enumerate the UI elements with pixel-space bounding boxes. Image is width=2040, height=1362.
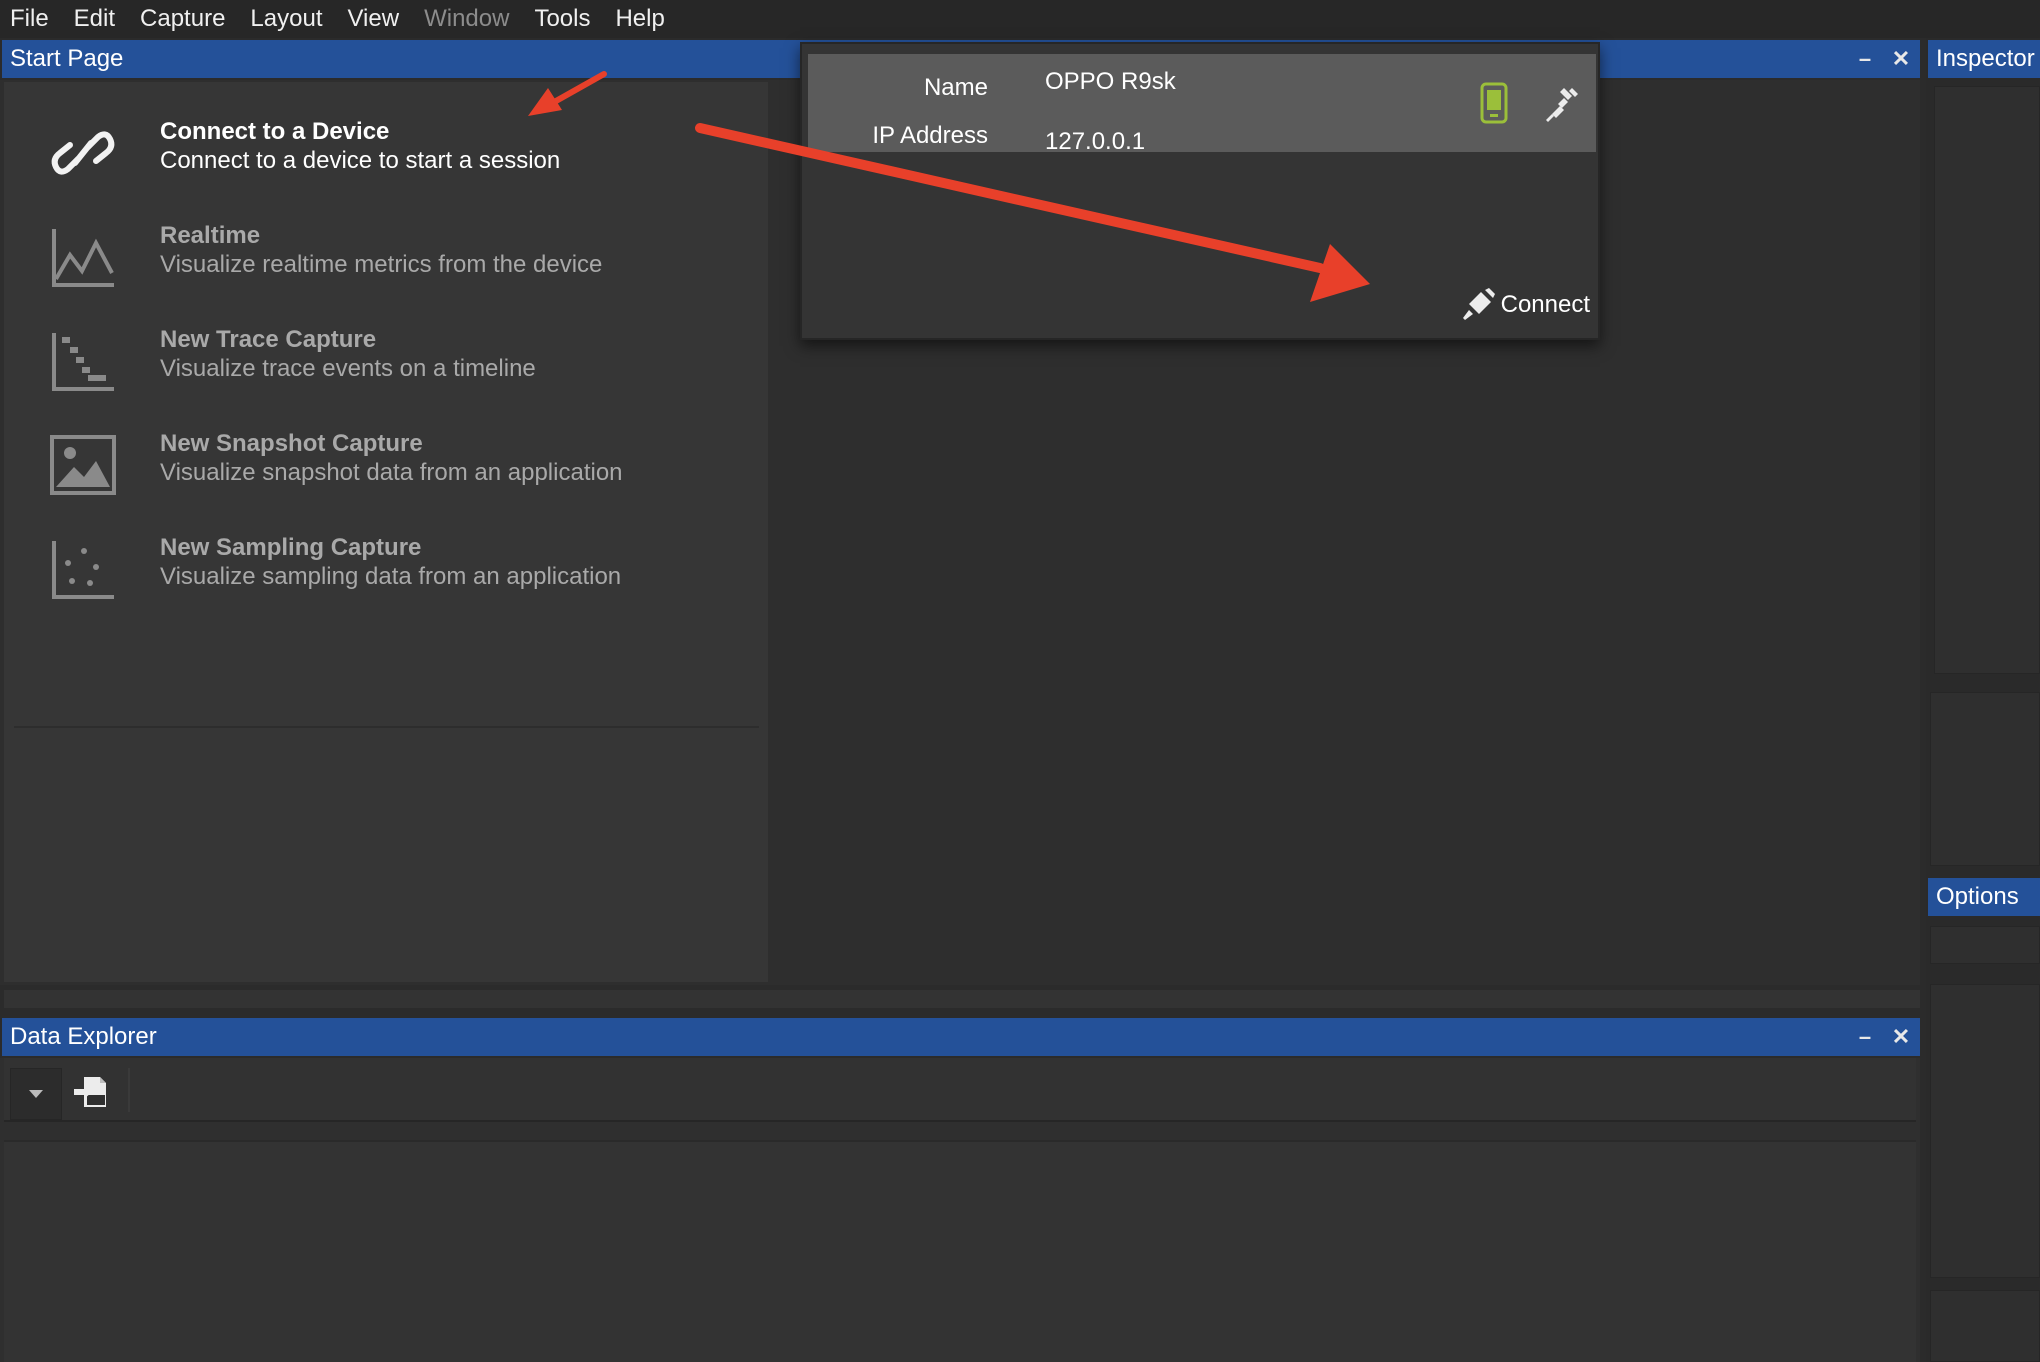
options-sub-panel: [1930, 1290, 2040, 1362]
panel-splitter[interactable]: [4, 990, 1920, 1008]
data-explorer-title: Data Explorer: [10, 1023, 157, 1050]
sampling-scatter-icon: [44, 534, 122, 604]
start-item-sampling-capture[interactable]: New Sampling Capture Visualize sampling …: [4, 516, 764, 616]
start-item-description: Connect to a device to start a session: [160, 147, 561, 174]
start-item-title: Realtime: [160, 222, 261, 249]
inspector-sub-panel: [1930, 692, 2040, 866]
start-item-title: Connect to a Device: [160, 118, 390, 145]
device-name-value: OPPO R9sk: [1045, 68, 1176, 95]
start-item-title: New Snapshot Capture: [160, 430, 423, 457]
data-explorer-close-button[interactable]: ✕: [1886, 1018, 1916, 1056]
options-header: Options: [1928, 878, 2040, 916]
export-csv-button[interactable]: [72, 1072, 112, 1112]
connect-button-label: Connect: [1500, 291, 1590, 318]
menu-file[interactable]: File: [10, 5, 49, 33]
menu-capture[interactable]: Capture: [140, 5, 225, 33]
menu-bar: File Edit Capture Layout View Window Too…: [0, 0, 2040, 38]
device-row[interactable]: Name OPPO R9sk IP Address 127.0.0.1: [808, 54, 1596, 155]
start-page-title: Start Page: [10, 45, 124, 72]
menu-window[interactable]: Window: [424, 5, 509, 33]
plug-icon: [1462, 288, 1495, 320]
menu-help[interactable]: Help: [615, 5, 664, 33]
start-item-snapshot-capture[interactable]: New Snapshot Capture Visualize snapshot …: [4, 412, 764, 512]
start-item-description: Visualize trace events on a timeline: [160, 355, 536, 382]
start-list-divider: [14, 726, 759, 728]
dropdown-button[interactable]: [10, 1068, 62, 1120]
data-explorer-toolbar: [4, 1058, 1916, 1122]
start-page-close-button[interactable]: ✕: [1886, 40, 1916, 78]
menu-edit[interactable]: Edit: [74, 5, 115, 33]
snapshot-image-icon: [44, 430, 122, 500]
start-item-description: Visualize sampling data from an applicat…: [160, 563, 622, 590]
toolbar-separator: [128, 1068, 130, 1112]
device-ip-label: IP Address: [872, 122, 988, 149]
inspector-panel: [1934, 86, 2040, 674]
start-item-title: New Trace Capture: [160, 326, 377, 353]
start-item-realtime[interactable]: Realtime Visualize realtime metrics from…: [4, 204, 764, 304]
start-item-description: Visualize realtime metrics from the devi…: [160, 251, 603, 278]
device-name-label: Name: [923, 74, 988, 101]
menu-view[interactable]: View: [347, 5, 399, 33]
phone-device-icon: [1480, 82, 1508, 129]
inspector-header: Inspector: [1928, 40, 2040, 78]
start-page-minimize-button[interactable]: –: [1850, 40, 1880, 78]
data-explorer-minimize-button[interactable]: –: [1850, 1018, 1880, 1056]
options-panel: [1930, 984, 2040, 1278]
data-explorer-content: [4, 1140, 1916, 1362]
connect-plug-icon[interactable]: [1542, 84, 1582, 129]
menu-tools[interactable]: Tools: [534, 5, 590, 33]
trace-timeline-icon: [44, 326, 122, 396]
chevron-down-icon: [29, 1090, 43, 1098]
options-toolbar: [1930, 926, 2040, 964]
start-item-connect[interactable]: Connect to a Device Connect to a device …: [4, 100, 764, 200]
data-explorer-header: Data Explorer – ✕: [2, 1018, 1920, 1056]
menu-layout[interactable]: Layout: [250, 5, 322, 33]
device-connect-popup: Name OPPO R9sk IP Address 127.0.0.1 Conn…: [800, 42, 1600, 340]
export-csv-icon: [74, 1077, 106, 1107]
realtime-chart-icon: [44, 222, 122, 292]
start-item-trace-capture[interactable]: New Trace Capture Visualize trace events…: [4, 308, 764, 408]
connect-button[interactable]: Connect: [1461, 288, 1590, 322]
inspector-title: Inspector: [1936, 45, 2035, 72]
options-title: Options: [1936, 883, 2019, 910]
device-ip-value: 127.0.0.1: [1045, 128, 1146, 155]
start-item-title: New Sampling Capture: [160, 534, 422, 561]
start-item-description: Visualize snapshot data from an applicat…: [160, 459, 623, 486]
link-icon: [44, 118, 122, 188]
